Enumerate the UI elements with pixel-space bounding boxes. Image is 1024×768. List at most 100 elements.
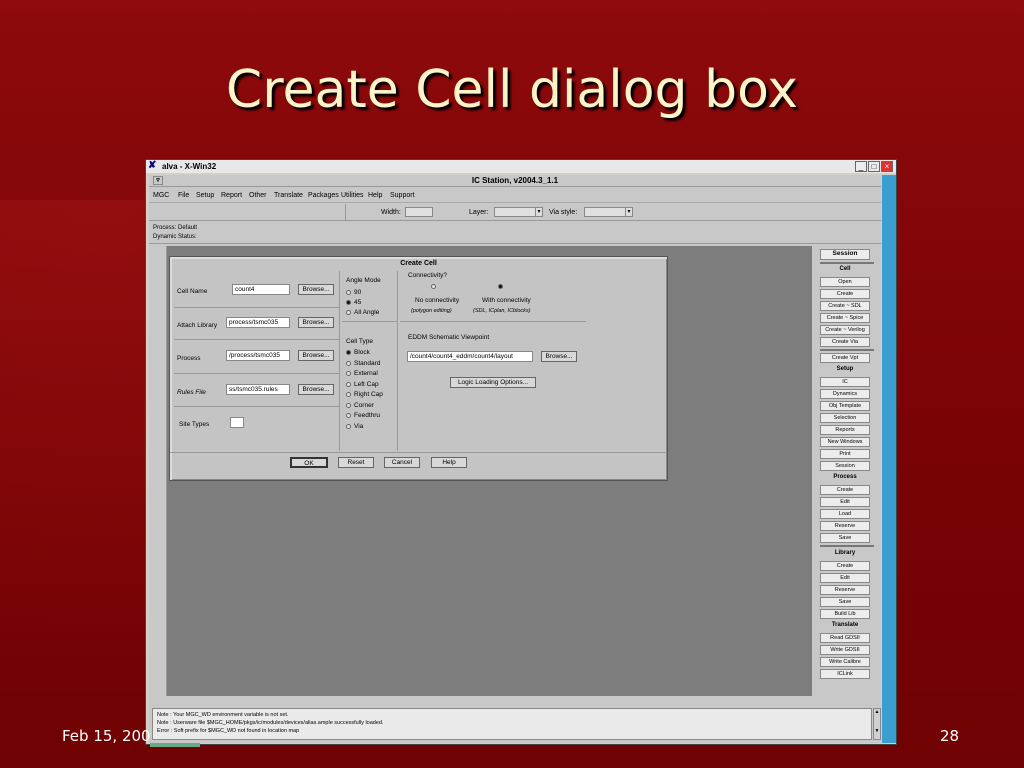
cell-type-via-radio[interactable]: Via bbox=[346, 422, 363, 431]
ok-button[interactable]: OK bbox=[290, 457, 328, 468]
eddm-browse-button[interactable]: Browse... bbox=[541, 351, 577, 362]
width-field[interactable] bbox=[405, 207, 433, 217]
angle-mode-label: Angle Mode bbox=[346, 277, 381, 284]
process-browse-button[interactable]: Browse... bbox=[298, 350, 334, 361]
palette-translate-read-gdsii[interactable]: Read GDSII bbox=[820, 633, 870, 643]
palette-setup-session[interactable]: Session bbox=[820, 461, 870, 471]
dynamic-status: Dynamic Status: bbox=[153, 234, 197, 240]
palette-create-vpt[interactable]: Create Vpt bbox=[820, 353, 870, 363]
cell-type-feedthru-radio[interactable]: Feedthru bbox=[346, 411, 380, 420]
rules-file-browse-button[interactable]: Browse... bbox=[298, 384, 334, 395]
palette-cell-create[interactable]: Create bbox=[820, 289, 870, 299]
system-menu-button[interactable]: ▿ bbox=[153, 176, 163, 185]
palette-setup-selection[interactable]: Selection bbox=[820, 413, 870, 423]
palette-setup-print[interactable]: Print bbox=[820, 449, 870, 459]
cell-type-corner-radio[interactable]: Corner bbox=[346, 401, 374, 410]
palette-library-edit[interactable]: Edit bbox=[820, 573, 870, 583]
attach-library-browse-button[interactable]: Browse... bbox=[298, 317, 334, 328]
palette-process-edit[interactable]: Edit bbox=[820, 497, 870, 507]
palette-session-title[interactable]: Session bbox=[820, 249, 870, 260]
palette-setup-obj-template[interactable]: Obj Template bbox=[820, 401, 870, 411]
site-types-input[interactable] bbox=[230, 417, 244, 428]
reset-button[interactable]: Reset bbox=[338, 457, 374, 468]
palette-cell-create-spice[interactable]: Create ~ Spice bbox=[820, 313, 870, 323]
menu-report[interactable]: Report bbox=[221, 192, 242, 199]
cell-type-external-label: External bbox=[354, 370, 378, 377]
message-scrollbar[interactable]: ▲ ▼ bbox=[873, 708, 881, 740]
palette-translate-write-calibre[interactable]: Write Calibre bbox=[820, 657, 870, 667]
message-line: Note : Userware file $MGC_HOME/pkgs/ic/m… bbox=[157, 720, 384, 726]
cell-type-right-cap-radio[interactable]: Right Cap bbox=[346, 390, 383, 399]
menu-other[interactable]: Other bbox=[249, 192, 267, 199]
palette-cell-open[interactable]: Open bbox=[820, 277, 870, 287]
palette-library-save[interactable]: Save bbox=[820, 597, 870, 607]
menu-mgc[interactable]: MGC bbox=[153, 192, 169, 199]
minimize-button[interactable]: _ bbox=[855, 161, 867, 172]
no-connectivity-radio[interactable] bbox=[431, 282, 439, 291]
scroll-up-icon[interactable]: ▲ bbox=[874, 709, 880, 715]
angle-all-radio[interactable]: All Angle bbox=[346, 308, 379, 317]
layer-field[interactable] bbox=[494, 207, 536, 217]
palette-process-reserve[interactable]: Reserve bbox=[820, 521, 870, 531]
rules-file-input[interactable]: ss/tsmc035.rules bbox=[226, 384, 290, 395]
palette-process-load[interactable]: Load bbox=[820, 509, 870, 519]
menu-translate[interactable]: Translate bbox=[274, 192, 303, 199]
mode-divider bbox=[342, 321, 398, 322]
field-divider bbox=[174, 406, 340, 407]
help-button[interactable]: Help bbox=[431, 457, 467, 468]
scroll-down-icon[interactable]: ▼ bbox=[874, 728, 880, 734]
with-connectivity-radio[interactable] bbox=[498, 282, 506, 291]
status-divider bbox=[149, 243, 881, 244]
maximize-button[interactable]: □ bbox=[868, 161, 880, 172]
palette-cell-create-via[interactable]: Create Via bbox=[820, 337, 870, 347]
palette-library-create[interactable]: Create bbox=[820, 561, 870, 571]
angle-90-radio[interactable]: 90 bbox=[346, 288, 361, 297]
connectivity-divider bbox=[400, 321, 586, 322]
xwin32-window: ✘ alva - X-Win32 _ □ × ▿ IC Station, v20… bbox=[145, 159, 897, 745]
cell-type-standard-label: Standard bbox=[354, 360, 381, 367]
layer-dropdown-icon[interactable]: ▾ bbox=[535, 207, 543, 217]
palette-library-reserve[interactable]: Reserve bbox=[820, 585, 870, 595]
menu-utilities[interactable]: Utilities bbox=[341, 192, 364, 199]
via-style-field[interactable] bbox=[584, 207, 626, 217]
width-label: Width: bbox=[381, 209, 401, 216]
cell-name-browse-button[interactable]: Browse... bbox=[298, 284, 334, 295]
cell-type-external-radio[interactable]: External bbox=[346, 369, 378, 378]
palette-setup-ic[interactable]: IC bbox=[820, 377, 870, 387]
palette-process-create[interactable]: Create bbox=[820, 485, 870, 495]
palette-separator bbox=[820, 349, 874, 351]
palette-translate-write-gdsii[interactable]: Write GDSII bbox=[820, 645, 870, 655]
close-button[interactable]: × bbox=[881, 161, 893, 172]
palette-cell-create-verilog[interactable]: Create ~ Verilog bbox=[820, 325, 870, 335]
cell-type-block-radio[interactable]: Block bbox=[346, 348, 370, 357]
cell-name-input[interactable]: count4 bbox=[232, 284, 290, 295]
menu-help[interactable]: Help bbox=[368, 192, 382, 199]
angle-45-label: 45 bbox=[354, 299, 362, 306]
via-style-label: Via style: bbox=[549, 209, 578, 216]
palette-translate-iclink[interactable]: ICLink bbox=[820, 669, 870, 679]
cell-type-left-cap-radio[interactable]: Left Cap bbox=[346, 380, 379, 389]
palette-setup-dynamics[interactable]: Dynamics bbox=[820, 389, 870, 399]
palette-setup-new-windows[interactable]: New Windows bbox=[820, 437, 870, 447]
palette-library-build-lib[interactable]: Build Lib bbox=[820, 609, 870, 619]
via-style-dropdown-icon[interactable]: ▾ bbox=[625, 207, 633, 217]
cell-type-standard-radio[interactable]: Standard bbox=[346, 359, 380, 368]
layer-label: Layer: bbox=[469, 209, 489, 216]
window-titlebar[interactable]: ✘ alva - X-Win32 _ □ × bbox=[146, 160, 896, 173]
page-number: 28 bbox=[940, 727, 960, 745]
menu-packages[interactable]: Packages bbox=[308, 192, 339, 199]
attach-library-input[interactable]: process/tsmc035 bbox=[226, 317, 290, 328]
icstation-main: ▿ IC Station, v2004.3_1.1 MGC File Setup… bbox=[149, 175, 881, 743]
palette-setup-reports[interactable]: Reports bbox=[820, 425, 870, 435]
menu-support[interactable]: Support bbox=[390, 192, 415, 199]
menu-setup[interactable]: Setup bbox=[196, 192, 214, 199]
logic-loading-options-button[interactable]: Logic Loading Options... bbox=[450, 377, 536, 388]
palette-process-save[interactable]: Save bbox=[820, 533, 870, 543]
menu-file[interactable]: File bbox=[178, 192, 189, 199]
cancel-button[interactable]: Cancel bbox=[384, 457, 420, 468]
palette-cell-create-sdl[interactable]: Create ~ SDL bbox=[820, 301, 870, 311]
process-input[interactable]: /process/tsmc035 bbox=[226, 350, 290, 361]
angle-45-radio[interactable]: 45 bbox=[346, 298, 361, 307]
dialog-title: Create Cell bbox=[400, 260, 437, 267]
eddm-viewpoint-input[interactable]: /count4/count4_eddm/count4/layout bbox=[407, 351, 533, 362]
